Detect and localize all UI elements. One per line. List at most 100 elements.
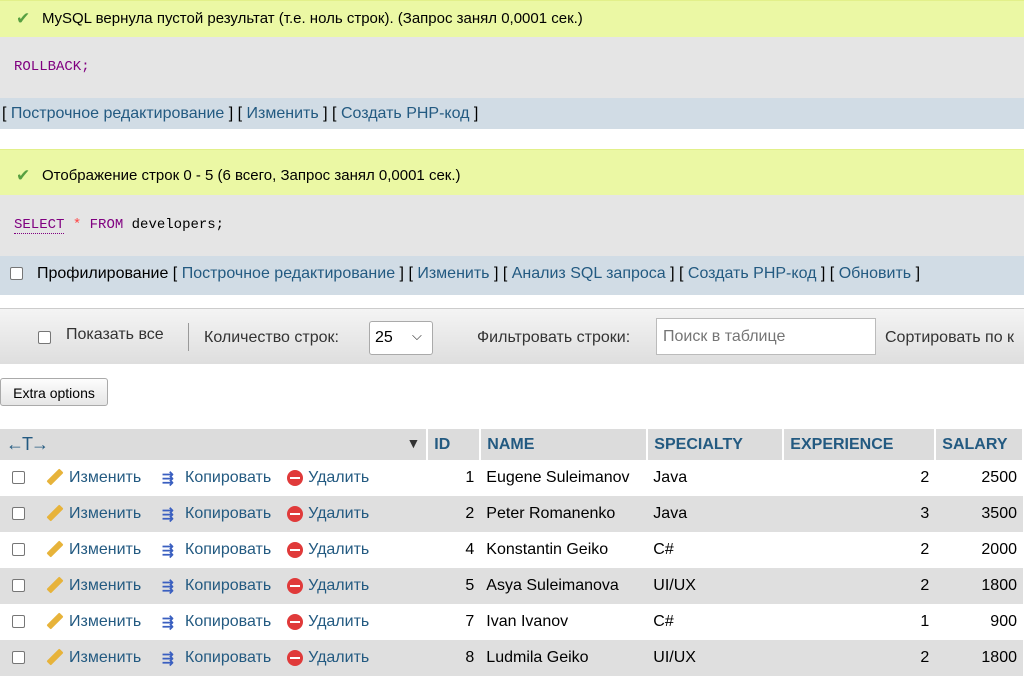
success-message-2: ✔ Отображение строк 0 - 5 (6 всего, Запр… — [0, 149, 1024, 195]
pencil-icon — [46, 468, 64, 486]
cell-specialty: C# — [647, 604, 784, 640]
delete-row-link[interactable]: Удалить — [287, 577, 369, 594]
copy-row-link[interactable]: ⇶ Копировать — [162, 577, 271, 594]
cell-experience: 3 — [783, 496, 936, 532]
analyze-sql-link[interactable]: Анализ SQL запроса — [512, 265, 666, 282]
sql-star: * — [72, 217, 82, 233]
column-header-specialty[interactable]: SPECIALTY — [647, 429, 785, 460]
cell-name: Ludmila Geiko — [480, 640, 648, 676]
row-checkbox[interactable] — [12, 471, 25, 485]
cell-salary: 1800 — [935, 640, 1023, 676]
table-row: Изменить ⇶ Копировать Удалить 8 Ludmila Ge… — [0, 640, 1023, 676]
cell-specialty: Java — [647, 460, 784, 496]
table-row: Изменить ⇶ Копировать Удалить 5 Asya Sulei… — [0, 568, 1023, 604]
delete-row-link[interactable]: Удалить — [287, 613, 369, 630]
cell-id: 2 — [427, 496, 481, 532]
rows-count-select[interactable]: 25 ⌵ — [369, 321, 433, 355]
edit-row-link[interactable]: Изменить — [46, 468, 141, 486]
row-checkbox[interactable] — [12, 615, 25, 629]
copy-icon: ⇶ — [162, 649, 174, 666]
sql-query-box-1: ROLLBACK; — [0, 37, 1024, 98]
table-row: Изменить ⇶ Копировать Удалить 4 Konstantin… — [0, 532, 1023, 568]
create-php-code-link[interactable]: Создать PHP-код — [341, 105, 470, 122]
column-header-experience[interactable]: EXPERIENCE — [783, 429, 937, 460]
pencil-icon — [46, 504, 64, 522]
create-php-code-link[interactable]: Создать PHP-код — [688, 265, 817, 282]
row-checkbox[interactable] — [12, 579, 25, 593]
extra-options-button[interactable]: Extra options — [0, 378, 108, 406]
separator — [188, 323, 189, 351]
table-row: Изменить ⇶ Копировать Удалить 7 Ivan Ivano… — [0, 604, 1023, 640]
show-all-checkbox[interactable] — [38, 331, 51, 344]
sql-keyword-select[interactable]: SELECT — [14, 217, 65, 234]
sql-table-name: developers; — [131, 217, 225, 233]
edit-row-link[interactable]: Изменить — [46, 648, 141, 666]
rows-count-value: 25 — [375, 329, 393, 346]
checkmark-icon: ✔ — [16, 9, 31, 28]
message-text: MySQL вернула пустой результат (т.е. нол… — [42, 10, 583, 27]
row-checkbox[interactable] — [12, 507, 25, 521]
cell-name: Asya Suleimanova — [480, 568, 648, 604]
delete-row-link[interactable]: Удалить — [287, 505, 369, 522]
edit-link[interactable]: Изменить — [417, 265, 489, 282]
cell-experience: 2 — [783, 532, 936, 568]
table-search-input[interactable] — [656, 318, 876, 355]
sql-rollback: ROLLBACK; — [14, 59, 90, 75]
delete-icon — [287, 649, 304, 666]
copy-row-link[interactable]: ⇶ Копировать — [162, 505, 271, 522]
cell-id: 1 — [427, 460, 481, 496]
results-table: ←T→ ▼ ID NAME SPECIALTY EXPERIENCE SALAR… — [0, 429, 1024, 676]
sort-by-label: Сортировать по к — [885, 329, 1015, 346]
edit-link[interactable]: Изменить — [247, 105, 319, 122]
cell-salary: 900 — [935, 604, 1023, 640]
cell-name: Ivan Ivanov — [480, 604, 648, 640]
copy-row-link[interactable]: ⇶ Копировать — [162, 649, 271, 666]
inline-edit-link[interactable]: Построчное редактирование — [11, 105, 224, 122]
profiling-checkbox[interactable] — [10, 267, 23, 281]
sql-query-box-2: SELECT * FROM developers; — [0, 195, 1024, 256]
copy-row-link[interactable]: ⇶ Копировать — [162, 541, 271, 558]
pencil-icon — [46, 540, 64, 558]
refresh-link[interactable]: Обновить — [839, 265, 911, 282]
column-header-name[interactable]: NAME — [480, 429, 649, 460]
delete-icon — [287, 577, 304, 594]
cell-specialty: UI/UX — [647, 568, 784, 604]
rows-count-label: Количество строк: — [204, 329, 339, 346]
query-links-1: [ Построчное редактирование ] [ Изменить… — [0, 98, 1024, 129]
edit-row-link[interactable]: Изменить — [46, 504, 141, 522]
pencil-icon — [46, 612, 64, 630]
copy-icon: ⇶ — [162, 613, 174, 630]
row-checkbox[interactable] — [12, 543, 25, 557]
cell-specialty: Java — [647, 496, 784, 532]
cell-salary: 1800 — [935, 568, 1023, 604]
inline-edit-link[interactable]: Построчное редактирование — [182, 265, 395, 282]
row-checkbox[interactable] — [12, 651, 25, 665]
column-arrows-icon[interactable]: ←T→ — [6, 434, 49, 454]
message-text: Отображение строк 0 - 5 (6 всего, Запрос… — [42, 167, 461, 184]
filter-rows-label: Фильтровать строки: — [477, 329, 631, 346]
cell-salary: 3500 — [935, 496, 1023, 532]
column-header-id[interactable]: ID — [427, 429, 482, 460]
chevron-down-icon: ⌵ — [412, 328, 422, 343]
copy-row-link[interactable]: ⇶ Копировать — [162, 613, 271, 630]
delete-icon — [287, 505, 304, 522]
delete-icon — [287, 613, 304, 630]
edit-row-link[interactable]: Изменить — [46, 540, 141, 558]
cell-experience: 2 — [783, 640, 936, 676]
pencil-icon — [46, 648, 64, 666]
column-header-salary[interactable]: SALARY — [935, 429, 1024, 460]
delete-row-link[interactable]: Удалить — [287, 469, 369, 486]
sort-down-icon[interactable]: ▼ — [406, 435, 420, 451]
cell-specialty: UI/UX — [647, 640, 784, 676]
edit-row-link[interactable]: Изменить — [46, 576, 141, 594]
cell-specialty: C# — [647, 532, 784, 568]
delete-row-link[interactable]: Удалить — [287, 649, 369, 666]
copy-icon: ⇶ — [162, 505, 174, 522]
copy-row-link[interactable]: ⇶ Копировать — [162, 469, 271, 486]
cell-name: Peter Romanenko — [480, 496, 648, 532]
copy-icon: ⇶ — [162, 577, 174, 594]
edit-row-link[interactable]: Изменить — [46, 612, 141, 630]
query-links-2: Профилирование [ Построчное редактирован… — [0, 256, 1024, 295]
delete-row-link[interactable]: Удалить — [287, 541, 369, 558]
success-message-1: ✔ MySQL вернула пустой результат (т.е. н… — [0, 0, 1024, 37]
